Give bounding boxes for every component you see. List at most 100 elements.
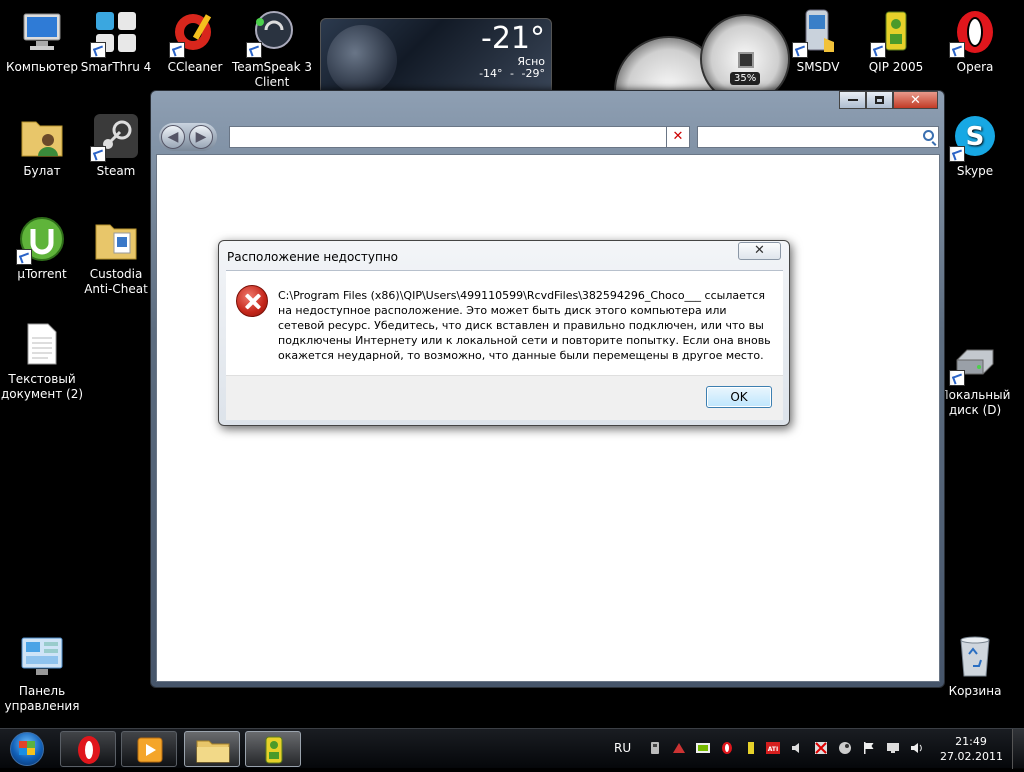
start-button[interactable] <box>2 730 52 768</box>
volume-icon[interactable] <box>910 741 924 755</box>
navigation-buttons: ◀ ▶ <box>159 123 217 151</box>
shortcut-arrow-icon <box>169 42 185 58</box>
taskbar-opera[interactable] <box>60 731 116 767</box>
desktop-icon-bulat[interactable]: Булат <box>0 112 84 179</box>
search-input[interactable] <box>697 126 939 148</box>
shortcut-arrow-icon <box>870 42 886 58</box>
desktop-icon-recycle-bin[interactable]: Корзина <box>933 632 1017 699</box>
maximize-icon <box>875 96 884 104</box>
system-clock[interactable]: 21:49 27.02.2011 <box>940 734 1003 764</box>
weather-range-separator: - <box>510 67 515 80</box>
search-icon[interactable] <box>923 130 934 141</box>
shortcut-arrow-icon <box>90 146 106 162</box>
desktop-icon-ccleaner[interactable]: CCleaner <box>153 8 237 75</box>
address-bar[interactable]: ▼ <box>229 126 689 148</box>
desktop-icon-utorrent[interactable]: µTorrent <box>0 215 84 282</box>
desktop-icon-label: Локальный диск (D) <box>939 388 1011 417</box>
desktop-icon-smarthru[interactable]: SmarThru 4 <box>74 8 158 75</box>
shortcut-arrow-icon <box>949 146 965 162</box>
folder-icon <box>92 215 140 263</box>
weather-temperature: -21° <box>481 21 545 56</box>
desktop-icon-control-panel[interactable]: Панель управления <box>0 632 84 714</box>
desktop-icon-text-document[interactable]: Текстовый документ (2) <box>0 320 84 402</box>
stop-button[interactable]: ✕ <box>666 126 690 148</box>
usb-device-icon[interactable] <box>648 741 662 755</box>
minimize-icon <box>847 99 858 101</box>
cpu-percent: 35% <box>730 72 761 85</box>
nvidia-icon[interactable] <box>696 741 710 755</box>
dialog-message: C:\Program Files (x86)\QIP\Users\4991105… <box>278 289 771 362</box>
steam-icon <box>90 112 140 162</box>
steam-tray-icon[interactable] <box>838 741 852 755</box>
clock-date: 27.02.2011 <box>940 750 1003 763</box>
dialog-title: Расположение недоступно <box>227 250 399 264</box>
maximize-button[interactable] <box>866 91 893 109</box>
recycle-bin-icon <box>951 632 999 680</box>
opera-icon <box>949 8 999 58</box>
computer-icon <box>18 8 66 56</box>
ok-button[interactable]: OK <box>706 386 772 408</box>
svg-text:ATI: ATI <box>768 746 779 753</box>
desktop-icon-label: QIP 2005 <box>868 60 924 74</box>
skype-icon: S <box>949 112 999 162</box>
desktop-icon-local-disk-d[interactable]: Локальный диск (D) <box>933 336 1017 418</box>
smarthru-icon <box>90 8 140 58</box>
desktop: Компьютер SmarThru 4 CCleaner TeamSpeak … <box>0 0 1024 728</box>
dialog-footer: OK <box>226 375 783 420</box>
explorer-folder-icon <box>196 740 230 763</box>
shortcut-arrow-icon <box>949 370 965 386</box>
error-dialog[interactable]: Расположение недоступно ✕ C:\Program Fil… <box>218 240 790 426</box>
desktop-icon-label: Компьютер <box>6 60 78 74</box>
desktop-icon-label: Custodia Anti-Cheat <box>84 267 148 296</box>
display-icon[interactable] <box>886 741 900 755</box>
taskbar: RU ATI 21:49 27.02.2011 <box>0 728 1024 769</box>
weather-gadget[interactable]: -21° Ясно -14° - -29° <box>320 18 552 98</box>
forward-button[interactable]: ▶ <box>189 125 213 149</box>
back-button[interactable]: ◀ <box>161 125 185 149</box>
desktop-icon-label: TeamSpeak 3 Client <box>231 60 313 89</box>
taskbar-qip[interactable] <box>245 731 301 767</box>
desktop-icon-label: Панель управления <box>4 684 80 713</box>
shortcut-arrow-icon <box>246 42 262 58</box>
windows-logo-icon <box>19 741 35 755</box>
desktop-icon-label: Steam <box>96 164 136 178</box>
window-caption-buttons: ✕ <box>839 91 938 109</box>
opera-tray-icon[interactable] <box>720 741 734 755</box>
weather-planet-icon <box>327 25 397 95</box>
media-player-icon <box>137 737 163 763</box>
cpu-chip-icon <box>738 52 754 68</box>
control-panel-icon <box>18 632 66 680</box>
error-icon <box>236 285 268 317</box>
desktop-icon-steam[interactable]: Steam <box>74 112 158 179</box>
shortcut-arrow-icon <box>949 42 965 58</box>
taskbar-explorer[interactable] <box>184 731 240 767</box>
close-button[interactable]: ✕ <box>893 91 938 109</box>
text-document-icon <box>18 320 66 368</box>
shortcut-arrow-icon <box>792 42 808 58</box>
desktop-icon-label: µTorrent <box>17 267 67 281</box>
ati-icon[interactable]: ATI <box>766 741 780 755</box>
minimize-button[interactable] <box>839 91 866 109</box>
desktop-icon-skype[interactable]: S Skype <box>933 112 1017 179</box>
desktop-icon-opera[interactable]: Opera <box>933 8 1017 75</box>
local-disk-icon <box>949 336 999 386</box>
dialog-body: C:\Program Files (x86)\QIP\Users\4991105… <box>226 270 783 375</box>
show-desktop-button[interactable] <box>1012 729 1024 769</box>
qip-tray-icon[interactable] <box>744 741 758 755</box>
weather-high: -29° <box>521 67 545 80</box>
weather-low: -14° <box>479 67 503 80</box>
desktop-icon-custodia[interactable]: Custodia Anti-Cheat <box>74 215 158 297</box>
desktop-icon-computer[interactable]: Компьютер <box>0 8 84 75</box>
action-center-flag-icon[interactable] <box>862 741 876 755</box>
taskbar-media-player[interactable] <box>121 731 177 767</box>
speaker-icon[interactable] <box>790 741 804 755</box>
shortcut-arrow-icon <box>90 42 106 58</box>
network-status-icon[interactable] <box>814 741 828 755</box>
language-indicator[interactable]: RU <box>614 741 631 755</box>
network-tool-icon[interactable] <box>672 741 686 755</box>
smsdv-icon <box>792 8 842 58</box>
desktop-icon-teamspeak[interactable]: TeamSpeak 3 Client <box>230 8 314 90</box>
dialog-close-button[interactable]: ✕ <box>738 242 781 260</box>
desktop-icon-qip[interactable]: QIP 2005 <box>854 8 938 75</box>
teamspeak-icon <box>246 8 296 58</box>
